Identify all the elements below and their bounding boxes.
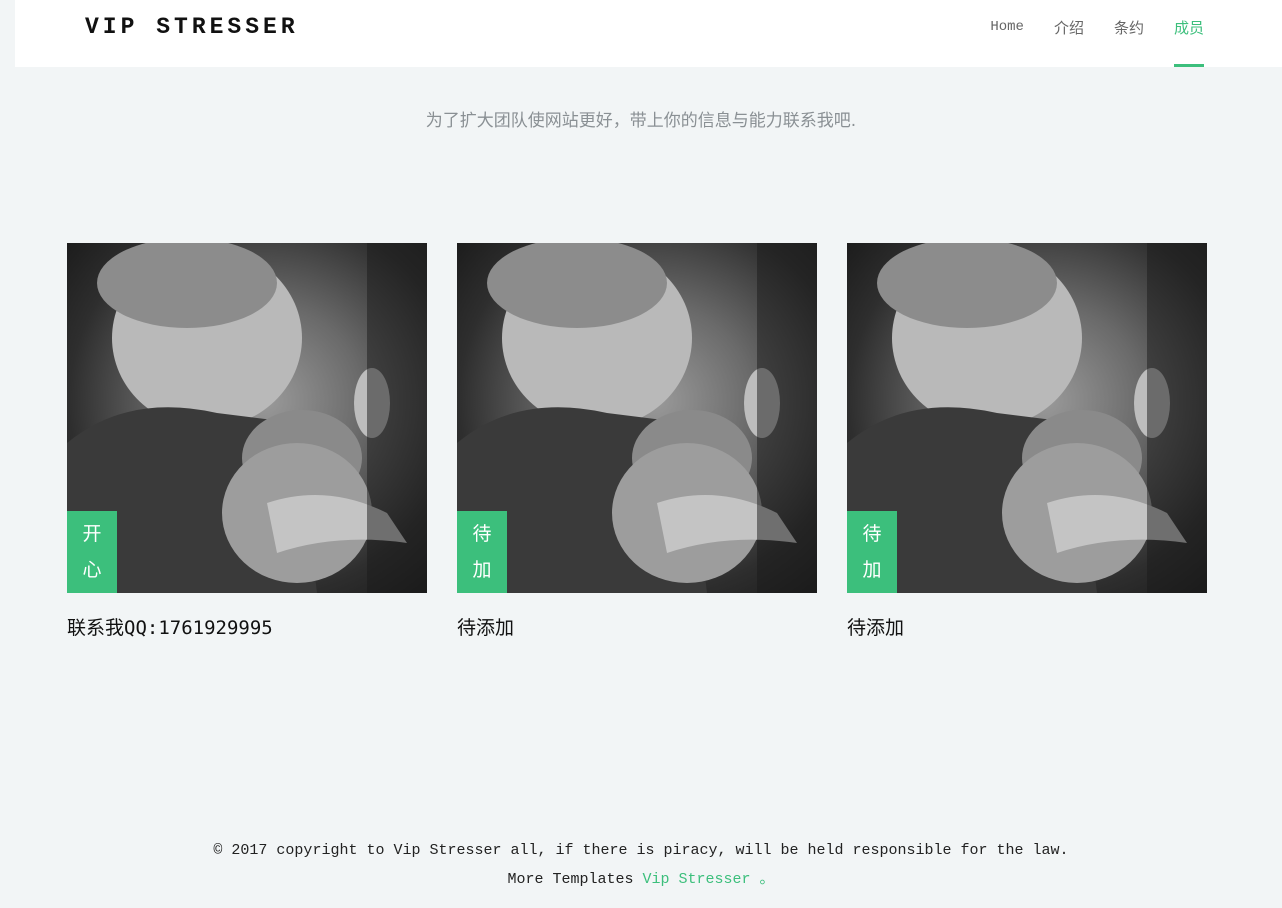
main-nav: Home 介绍 条约 成员 (960, 0, 1205, 67)
member-photo: 待 加 (847, 243, 1207, 593)
boy-kitten-image (67, 243, 427, 593)
member-tag-top: 待 (862, 523, 882, 545)
member-caption: 联系我QQ:1761929995 (67, 617, 273, 639)
footer-more-link[interactable]: Vip Stresser (642, 871, 750, 888)
member-photo: 开 心 (67, 243, 427, 593)
intro-text: 为了扩大团队使网站更好，带上你的信息与能力联系我吧. (425, 111, 857, 131)
footer-copyright: © 2017 copyright to Vip Stresser all, if… (213, 842, 1069, 859)
nav-home[interactable]: Home (990, 0, 1024, 67)
member-caption: 待添加 (457, 617, 515, 639)
footer-more-templates: More Templates Vip Stresser 。 (0, 869, 1282, 898)
nav-intro[interactable]: 介绍 (1054, 0, 1084, 67)
member-tag-top: 开 (82, 523, 102, 545)
nav-terms[interactable]: 条约 (1114, 0, 1144, 67)
boy-kitten-image (457, 243, 817, 593)
footer-more-suffix[interactable]: 。 (760, 871, 775, 888)
member-tag-bottom: 加 (862, 559, 882, 581)
member-tag-top: 待 (472, 523, 492, 545)
member-tag: 开 心 (67, 511, 117, 593)
site-brand[interactable]: VIP STRESSER (85, 14, 299, 40)
member-tag-bottom: 加 (472, 559, 492, 581)
member-caption: 待添加 (847, 617, 905, 639)
member-tag: 待 加 (457, 511, 507, 593)
member-card: 开 心 联系我QQ:1761929995 (67, 243, 427, 640)
boy-kitten-image (847, 243, 1207, 593)
member-tag: 待 加 (847, 511, 897, 593)
nav-members[interactable]: 成员 (1173, 0, 1205, 67)
site-footer: © 2017 copyright to Vip Stresser all, if… (0, 840, 1282, 898)
member-card: 待 加 待添加 (847, 243, 1207, 640)
member-card: 待 加 待添加 (457, 243, 817, 640)
site-header: VIP STRESSER Home 介绍 条约 成员 (15, 0, 1282, 67)
footer-more-prefix: More Templates (507, 871, 634, 888)
member-tag-bottom: 心 (82, 559, 102, 581)
member-photo: 待 加 (457, 243, 817, 593)
